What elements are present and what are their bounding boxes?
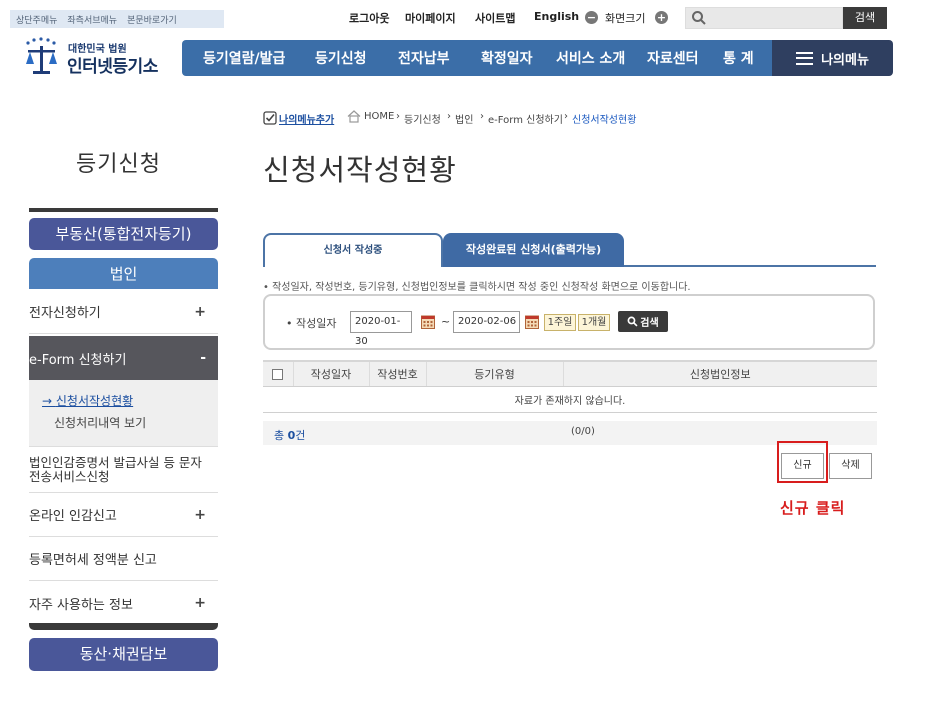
skip-navigation: 상단주메뉴 좌측서브메뉴 본문바로가기 [10, 10, 224, 28]
breadcrumb-separator: › [480, 111, 484, 122]
my-menu-label: 나의메뉴 [821, 52, 869, 68]
gnb-item-e-payment[interactable]: 전자납부 [398, 48, 450, 68]
breadcrumb-home[interactable]: HOME [364, 111, 394, 122]
tab-writing[interactable]: 신청서 작성중 [263, 233, 443, 267]
sidebar-item-e-apply[interactable]: 전자신청하기 + [29, 290, 218, 334]
sidebar-item-label: 온라인 인감신고 [29, 509, 117, 524]
annotation-text: 신규 클릭 [780, 499, 846, 517]
sidebar-item-label: 등록면허세 정액분 신고 [29, 553, 157, 568]
pagination: (0/0) [571, 426, 595, 437]
sidebar-item-license-tax[interactable]: 등록면허세 정액분 신고 [29, 537, 218, 581]
sidebar-item-sms-service[interactable]: 법인인감증명서 발급사실 등 문자전송서비스신청 [29, 447, 218, 493]
sidebar-subitem-history[interactable]: 신청처리내역 보기 [54, 414, 146, 431]
breadcrumb-eform[interactable]: e-Form 신청하기 [488, 111, 563, 126]
gnb-item-view-issue[interactable]: 등기열람/발급 [203, 48, 285, 68]
expand-icon: + [194, 595, 206, 611]
sitemap-link[interactable]: 사이트맵 [475, 10, 515, 26]
sidebar-item-label: e-Form 신청하기 [29, 352, 127, 368]
select-all-cell [263, 360, 293, 387]
highlight-box [777, 441, 828, 483]
calendar-icon[interactable] [525, 314, 539, 329]
table-row: 자료가 존재하지 않습니다. [263, 386, 877, 413]
column-header-corp-info: 신청법인정보 [562, 360, 877, 387]
column-header-date: 작성일자 [292, 360, 369, 387]
sidebar-top-bar [29, 208, 218, 212]
expand-icon: + [194, 506, 206, 523]
search-icon [692, 11, 706, 25]
search-button-label: 검색 [640, 318, 659, 329]
breadcrumb-registration[interactable]: 등기신청 [404, 111, 441, 126]
sidebar-item-online-seal[interactable]: 온라인 인감신고 + [29, 493, 218, 537]
gnb-item-service-intro[interactable]: 서비스 소개 [556, 48, 625, 68]
total-suffix: 건 [295, 429, 306, 442]
sidebar-movable-button[interactable]: 동산·채권담보 [29, 638, 218, 671]
logo-title[interactable]: 인터넷등기소 [67, 52, 158, 77]
sidebar-bottom-bar [29, 623, 218, 630]
sidebar-realestate-button[interactable]: 부동산(통합전자등기) [29, 218, 218, 250]
collapse-icon: - [200, 350, 206, 366]
gnb-item-fixed-date[interactable]: 확정일자 [481, 48, 533, 68]
add-my-menu-link[interactable]: 나의메뉴추가 [279, 111, 334, 126]
date-from-input[interactable]: 2020-01-30 [350, 311, 412, 347]
date-to-input[interactable]: 2020-02-06 [453, 311, 520, 333]
table-header-row: 작성일자 작성번호 등기유형 신청법인정보 [263, 360, 877, 387]
gnb-item-registration-apply[interactable]: 등기신청 [315, 48, 367, 68]
application-table: 작성일자 작성번호 등기유형 신청법인정보 자료가 존재하지 않습니다. [263, 360, 877, 413]
skip-link-main-menu[interactable]: 상단주메뉴 [16, 13, 57, 26]
delete-button[interactable]: 삭제 [829, 453, 872, 479]
one-month-button[interactable]: 1개월 [578, 314, 610, 331]
site-search-button[interactable]: 검색 [843, 7, 887, 29]
one-week-button[interactable]: 1주일 [544, 314, 576, 331]
sidebar-item-eform[interactable]: e-Form 신청하기 - [29, 336, 218, 380]
court-logo-icon[interactable] [18, 34, 66, 78]
sidebar-subitem-label: 신청서작성현황 [55, 394, 134, 408]
home-icon [347, 110, 361, 123]
breadcrumb-current: 신청서작성현황 [572, 115, 637, 126]
checkmark-icon [263, 111, 277, 125]
hamburger-icon [796, 51, 814, 65]
zoom-in-icon[interactable]: + [655, 11, 668, 24]
mypage-link[interactable]: 마이페이지 [405, 10, 456, 26]
gnb-item-statistics[interactable]: 통 계 [723, 48, 754, 68]
expand-icon: + [194, 303, 206, 320]
notice-text: • 작성일자, 작성번호, 등기유형, 신청법인정보를 클릭하시면 작성 중인 … [263, 282, 691, 293]
breadcrumb-corporation[interactable]: 법인 [455, 111, 473, 126]
select-all-checkbox[interactable] [272, 368, 284, 380]
sidebar-item-label: 자주 사용하는 정보 [29, 597, 133, 613]
column-header-number: 작성번호 [368, 360, 426, 387]
site-search-input[interactable] [685, 7, 843, 29]
total-count: 총 0건 [274, 427, 305, 443]
sidebar-item-label: 전자신청하기 [29, 306, 101, 321]
empty-message: 자료가 존재하지 않습니다. [263, 386, 877, 413]
breadcrumb-separator: › [396, 111, 400, 122]
search-icon [627, 316, 638, 327]
sidebar-subitem-status[interactable]: → 신청서작성현황 [42, 392, 133, 409]
calendar-icon[interactable] [421, 314, 435, 329]
date-label: • 작성일자 [286, 317, 337, 330]
date-range-separator: ~ [441, 315, 451, 328]
sidebar-item-label: 법인인감증명서 발급사실 등 문자전송서비스신청 [29, 454, 202, 484]
logout-link[interactable]: 로그아웃 [349, 10, 389, 26]
skip-link-content[interactable]: 본문바로가기 [127, 13, 177, 26]
screen-size-label: 화면크기 [605, 12, 646, 25]
sidebar-item-frequent-info[interactable]: 자주 사용하는 정보 + [29, 581, 218, 625]
tab-completed[interactable]: 작성완료된 신청서(출력가능) [443, 233, 624, 267]
skip-link-sub-menu[interactable]: 좌측서브메뉴 [67, 13, 117, 26]
gnb-item-data-center[interactable]: 자료센터 [647, 48, 699, 68]
breadcrumb-separator: › [447, 111, 451, 122]
my-menu-button[interactable]: 나의메뉴 [772, 40, 893, 76]
zoom-out-icon[interactable]: − [585, 11, 598, 24]
sidebar-corporation-header[interactable]: 법인 [29, 258, 218, 289]
breadcrumb-separator: › [564, 111, 568, 122]
date-search-button[interactable]: 검색 [618, 311, 668, 332]
page-title: 신청서작성현황 [263, 153, 457, 187]
column-header-type: 등기유형 [425, 360, 563, 387]
sidebar-title: 등기신청 [76, 152, 161, 177]
english-link[interactable]: English [534, 10, 579, 23]
total-prefix: 총 [274, 429, 288, 442]
